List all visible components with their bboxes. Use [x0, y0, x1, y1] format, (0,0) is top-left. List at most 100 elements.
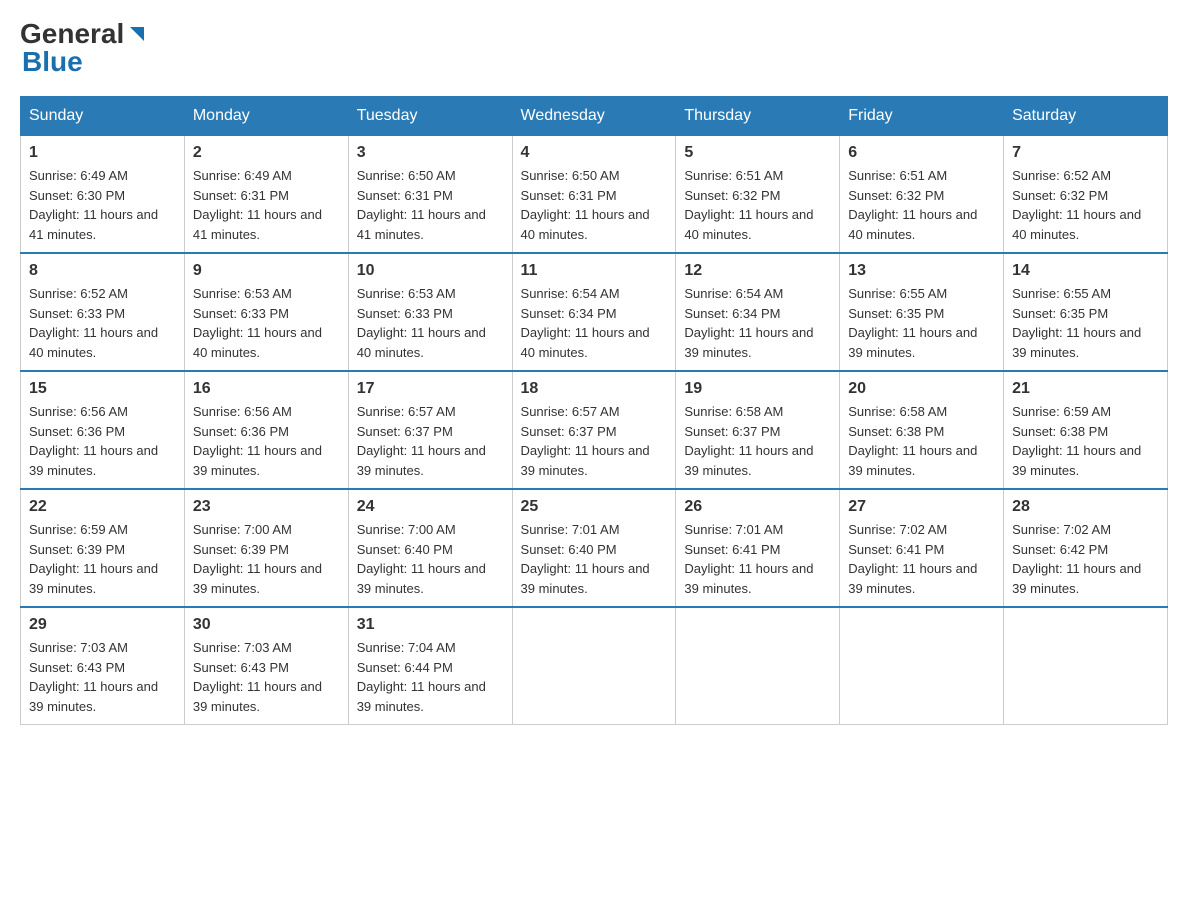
day-number: 21 [1012, 380, 1159, 398]
day-number: 6 [848, 144, 995, 162]
day-cell: 10 Sunrise: 6:53 AM Sunset: 6:33 PM Dayl… [348, 253, 512, 371]
day-info: Sunrise: 6:57 AM Sunset: 6:37 PM Dayligh… [521, 402, 668, 480]
day-cell: 8 Sunrise: 6:52 AM Sunset: 6:33 PM Dayli… [21, 253, 185, 371]
day-info: Sunrise: 7:00 AM Sunset: 6:39 PM Dayligh… [193, 520, 340, 598]
day-info: Sunrise: 6:55 AM Sunset: 6:35 PM Dayligh… [848, 284, 995, 362]
day-cell [676, 607, 840, 725]
day-cell: 30 Sunrise: 7:03 AM Sunset: 6:43 PM Dayl… [184, 607, 348, 725]
day-number: 22 [29, 498, 176, 516]
day-info: Sunrise: 6:52 AM Sunset: 6:33 PM Dayligh… [29, 284, 176, 362]
day-info: Sunrise: 6:53 AM Sunset: 6:33 PM Dayligh… [193, 284, 340, 362]
logo-blue-text: Blue [22, 48, 148, 76]
day-info: Sunrise: 6:55 AM Sunset: 6:35 PM Dayligh… [1012, 284, 1159, 362]
week-row-1: 1 Sunrise: 6:49 AM Sunset: 6:30 PM Dayli… [21, 136, 1168, 254]
day-cell: 27 Sunrise: 7:02 AM Sunset: 6:41 PM Dayl… [840, 489, 1004, 607]
day-info: Sunrise: 6:54 AM Sunset: 6:34 PM Dayligh… [521, 284, 668, 362]
day-cell [840, 607, 1004, 725]
day-number: 31 [357, 616, 504, 634]
week-row-2: 8 Sunrise: 6:52 AM Sunset: 6:33 PM Dayli… [21, 253, 1168, 371]
page-header: General Blue [20, 20, 1168, 76]
day-info: Sunrise: 7:04 AM Sunset: 6:44 PM Dayligh… [357, 638, 504, 716]
day-info: Sunrise: 6:49 AM Sunset: 6:30 PM Dayligh… [29, 166, 176, 244]
logo-triangle-icon [126, 23, 148, 45]
day-cell: 23 Sunrise: 7:00 AM Sunset: 6:39 PM Dayl… [184, 489, 348, 607]
day-cell: 28 Sunrise: 7:02 AM Sunset: 6:42 PM Dayl… [1004, 489, 1168, 607]
day-cell: 9 Sunrise: 6:53 AM Sunset: 6:33 PM Dayli… [184, 253, 348, 371]
week-row-5: 29 Sunrise: 7:03 AM Sunset: 6:43 PM Dayl… [21, 607, 1168, 725]
day-number: 7 [1012, 144, 1159, 162]
day-info: Sunrise: 7:03 AM Sunset: 6:43 PM Dayligh… [193, 638, 340, 716]
header-friday: Friday [840, 97, 1004, 136]
day-info: Sunrise: 6:51 AM Sunset: 6:32 PM Dayligh… [684, 166, 831, 244]
day-cell: 18 Sunrise: 6:57 AM Sunset: 6:37 PM Dayl… [512, 371, 676, 489]
day-number: 24 [357, 498, 504, 516]
day-number: 4 [521, 144, 668, 162]
day-info: Sunrise: 7:03 AM Sunset: 6:43 PM Dayligh… [29, 638, 176, 716]
day-cell: 19 Sunrise: 6:58 AM Sunset: 6:37 PM Dayl… [676, 371, 840, 489]
day-cell: 25 Sunrise: 7:01 AM Sunset: 6:40 PM Dayl… [512, 489, 676, 607]
day-number: 20 [848, 380, 995, 398]
day-info: Sunrise: 6:54 AM Sunset: 6:34 PM Dayligh… [684, 284, 831, 362]
day-number: 8 [29, 262, 176, 280]
day-cell: 16 Sunrise: 6:56 AM Sunset: 6:36 PM Dayl… [184, 371, 348, 489]
day-number: 15 [29, 380, 176, 398]
day-cell: 17 Sunrise: 6:57 AM Sunset: 6:37 PM Dayl… [348, 371, 512, 489]
day-number: 11 [521, 262, 668, 280]
day-number: 10 [357, 262, 504, 280]
day-cell: 6 Sunrise: 6:51 AM Sunset: 6:32 PM Dayli… [840, 136, 1004, 254]
header-tuesday: Tuesday [348, 97, 512, 136]
day-cell [512, 607, 676, 725]
day-info: Sunrise: 6:53 AM Sunset: 6:33 PM Dayligh… [357, 284, 504, 362]
day-info: Sunrise: 6:52 AM Sunset: 6:32 PM Dayligh… [1012, 166, 1159, 244]
day-info: Sunrise: 7:00 AM Sunset: 6:40 PM Dayligh… [357, 520, 504, 598]
day-cell: 1 Sunrise: 6:49 AM Sunset: 6:30 PM Dayli… [21, 136, 185, 254]
day-number: 23 [193, 498, 340, 516]
day-cell: 22 Sunrise: 6:59 AM Sunset: 6:39 PM Dayl… [21, 489, 185, 607]
day-number: 18 [521, 380, 668, 398]
day-cell: 4 Sunrise: 6:50 AM Sunset: 6:31 PM Dayli… [512, 136, 676, 254]
day-info: Sunrise: 6:50 AM Sunset: 6:31 PM Dayligh… [357, 166, 504, 244]
day-number: 30 [193, 616, 340, 634]
logo-container: General Blue [20, 20, 148, 76]
header-thursday: Thursday [676, 97, 840, 136]
day-cell: 24 Sunrise: 7:00 AM Sunset: 6:40 PM Dayl… [348, 489, 512, 607]
logo: General Blue [20, 20, 148, 76]
header-monday: Monday [184, 97, 348, 136]
header-row: SundayMondayTuesdayWednesdayThursdayFrid… [21, 97, 1168, 136]
day-number: 9 [193, 262, 340, 280]
header-sunday: Sunday [21, 97, 185, 136]
day-info: Sunrise: 7:02 AM Sunset: 6:41 PM Dayligh… [848, 520, 995, 598]
day-info: Sunrise: 7:01 AM Sunset: 6:41 PM Dayligh… [684, 520, 831, 598]
day-info: Sunrise: 6:59 AM Sunset: 6:39 PM Dayligh… [29, 520, 176, 598]
day-number: 19 [684, 380, 831, 398]
day-cell: 12 Sunrise: 6:54 AM Sunset: 6:34 PM Dayl… [676, 253, 840, 371]
day-cell: 26 Sunrise: 7:01 AM Sunset: 6:41 PM Dayl… [676, 489, 840, 607]
day-number: 26 [684, 498, 831, 516]
day-number: 29 [29, 616, 176, 634]
day-cell: 3 Sunrise: 6:50 AM Sunset: 6:31 PM Dayli… [348, 136, 512, 254]
day-cell: 7 Sunrise: 6:52 AM Sunset: 6:32 PM Dayli… [1004, 136, 1168, 254]
day-info: Sunrise: 6:58 AM Sunset: 6:38 PM Dayligh… [848, 402, 995, 480]
day-cell: 29 Sunrise: 7:03 AM Sunset: 6:43 PM Dayl… [21, 607, 185, 725]
week-row-4: 22 Sunrise: 6:59 AM Sunset: 6:39 PM Dayl… [21, 489, 1168, 607]
day-info: Sunrise: 7:02 AM Sunset: 6:42 PM Dayligh… [1012, 520, 1159, 598]
day-info: Sunrise: 6:59 AM Sunset: 6:38 PM Dayligh… [1012, 402, 1159, 480]
day-number: 17 [357, 380, 504, 398]
day-cell: 14 Sunrise: 6:55 AM Sunset: 6:35 PM Dayl… [1004, 253, 1168, 371]
day-info: Sunrise: 6:58 AM Sunset: 6:37 PM Dayligh… [684, 402, 831, 480]
day-number: 13 [848, 262, 995, 280]
day-number: 16 [193, 380, 340, 398]
logo-general-text: General [20, 20, 124, 48]
day-number: 12 [684, 262, 831, 280]
day-cell: 11 Sunrise: 6:54 AM Sunset: 6:34 PM Dayl… [512, 253, 676, 371]
day-number: 28 [1012, 498, 1159, 516]
day-info: Sunrise: 6:56 AM Sunset: 6:36 PM Dayligh… [29, 402, 176, 480]
day-info: Sunrise: 6:56 AM Sunset: 6:36 PM Dayligh… [193, 402, 340, 480]
day-cell: 20 Sunrise: 6:58 AM Sunset: 6:38 PM Dayl… [840, 371, 1004, 489]
calendar-table: SundayMondayTuesdayWednesdayThursdayFrid… [20, 96, 1168, 725]
header-saturday: Saturday [1004, 97, 1168, 136]
day-cell [1004, 607, 1168, 725]
day-cell: 15 Sunrise: 6:56 AM Sunset: 6:36 PM Dayl… [21, 371, 185, 489]
week-row-3: 15 Sunrise: 6:56 AM Sunset: 6:36 PM Dayl… [21, 371, 1168, 489]
day-cell: 21 Sunrise: 6:59 AM Sunset: 6:38 PM Dayl… [1004, 371, 1168, 489]
